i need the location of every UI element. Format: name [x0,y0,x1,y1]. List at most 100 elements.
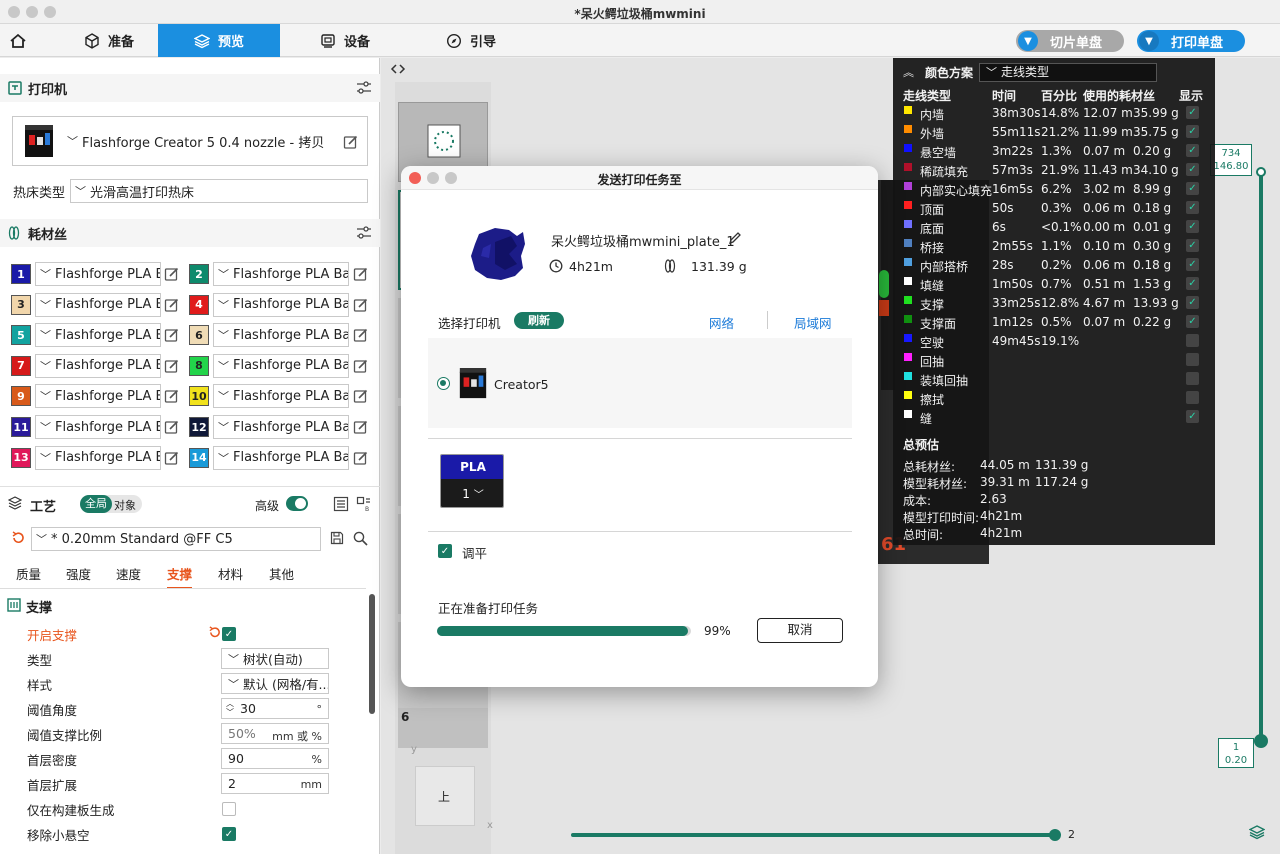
toggle-global[interactable]: 全局 [80,495,112,513]
settings-scrollbar[interactable] [369,594,375,714]
tab-preview[interactable]: 预览 [158,24,280,57]
slice-plate-button[interactable]: ▼ 切片单盘 [1016,30,1124,52]
printer-selector[interactable]: ﹀ Flashforge Creator 5 0.4 nozzle - 拷贝 [12,116,368,166]
move-slider-handle[interactable] [1049,829,1061,841]
filament-combo[interactable]: ﹀ Flashforge PLA B... [35,415,161,439]
filament-combo[interactable]: ﹀ Flashforge PLA Ba... [213,445,349,470]
legend-show-checkbox[interactable]: ✓ [1186,201,1199,214]
edit-filament-icon[interactable] [164,388,180,404]
edit-filament-icon[interactable] [164,266,180,282]
filament-settings-icon[interactable] [356,225,372,241]
refresh-button[interactable]: 刷新 [514,312,564,329]
tab-strength[interactable]: 强度 [66,564,91,583]
global-object-toggle[interactable]: 全局 对象 [80,495,142,513]
tab-others[interactable]: 其他 [269,564,294,583]
cancel-button[interactable]: 取消 [757,618,843,643]
legend-show-checkbox[interactable]: ✓ [1186,220,1199,233]
tab-lan[interactable]: 局域网 [794,313,832,332]
reset-support-icon[interactable] [208,626,221,639]
legend-show-checkbox[interactable]: ✓ [1186,239,1199,252]
tab-material[interactable]: 材料 [218,564,243,583]
edit-filament-icon[interactable] [353,327,369,343]
tab-device[interactable]: 设备 [300,24,390,57]
edit-filament-icon[interactable] [164,358,180,374]
legend-show-checkbox[interactable]: ✓ [1186,163,1199,176]
filament-combo[interactable]: ﹀ Flashforge PLA Ba... [213,323,349,348]
enable-support-checkbox[interactable]: ✓ [222,627,236,641]
filament-combo[interactable]: ﹀ Flashforge PLA Ba... [213,353,349,378]
edit-job-name-icon[interactable] [728,231,742,245]
legend-show-checkbox[interactable] [1186,372,1199,385]
filament-combo[interactable]: ﹀ Flashforge PLA Ba... [213,262,349,286]
filament-color-swatch[interactable]: 14 [189,447,209,468]
filament-color-swatch[interactable]: 4 [189,294,209,315]
search-icon[interactable] [353,531,368,546]
layers-toggle-icon[interactable] [1249,824,1265,840]
view-cube[interactable]: 上 [415,766,475,826]
filament-color-swatch[interactable]: 10 [189,386,209,407]
tab-quality[interactable]: 质量 [16,564,41,583]
legend-show-checkbox[interactable]: ✓ [1186,182,1199,195]
edit-filament-icon[interactable] [353,388,369,404]
legend-show-checkbox[interactable]: ✓ [1186,410,1199,423]
edit-filament-icon[interactable] [353,419,369,435]
move-slider-track[interactable] [571,833,1055,837]
legend-show-checkbox[interactable]: ✓ [1186,144,1199,157]
first-layer-expansion-input[interactable]: 2 mm [221,773,329,794]
first-layer-density-input[interactable]: 90 % [221,748,329,769]
legend-show-checkbox[interactable] [1186,334,1199,347]
on-build-plate-only-checkbox[interactable] [222,802,236,816]
tab-support[interactable]: 支撑 [167,564,193,589]
edit-printer-icon[interactable] [343,134,359,150]
layer-slider-bottom-handle[interactable] [1254,734,1268,748]
filament-combo[interactable]: ﹀ Flashforge PLA Ba... [213,384,349,409]
filament-combo[interactable]: ﹀ Flashforge PLA B... [35,262,161,286]
support-style-combo[interactable]: ﹀ 默认 (网格/有... [221,673,329,694]
filament-combo[interactable]: ﹀ Flashforge PLA B... [35,353,161,378]
filament-color-swatch[interactable]: 7 [11,355,31,376]
color-scheme-combo[interactable]: ﹀ 走线类型 [979,63,1157,82]
printer-settings-icon[interactable] [356,80,372,96]
process-profile-combo[interactable]: ﹀ * 0.20mm Standard @FF C5 [31,527,321,551]
filament-color-swatch[interactable]: 11 [11,417,31,437]
collapse-sidebar-icon[interactable] [389,60,407,78]
layer-slider-track[interactable] [1259,173,1263,740]
filament-color-swatch[interactable]: 12 [189,417,209,437]
edit-filament-icon[interactable] [353,450,369,466]
bed-type-combo[interactable]: ﹀ 光滑高温打印热床 [70,179,368,203]
support-type-combo[interactable]: ﹀ 树状(自动) [221,648,329,669]
printer-list-item[interactable]: Creator5 [428,338,852,428]
filament-combo[interactable]: ﹀ Flashforge PLA B... [35,384,161,409]
material-slot[interactable]: PLA 1 ﹀ [440,454,504,508]
printer-radio[interactable] [437,377,450,390]
filament-combo[interactable]: ﹀ Flashforge PLA Ba... [213,292,349,317]
filament-color-swatch[interactable]: 8 [189,355,209,376]
print-plate-button[interactable]: ▼ 打印单盘 [1137,30,1245,52]
filament-color-swatch[interactable]: 9 [11,386,31,407]
advanced-toggle[interactable] [286,496,308,511]
filament-combo[interactable]: ﹀ Flashforge PLA Ba... [213,415,349,439]
legend-show-checkbox[interactable]: ✓ [1186,258,1199,271]
filament-color-swatch[interactable]: 6 [189,325,209,346]
print-dropdown-icon[interactable]: ▼ [1139,31,1159,51]
edit-filament-icon[interactable] [353,358,369,374]
edit-filament-icon[interactable] [164,450,180,466]
tab-guide[interactable]: 引导 [426,24,516,57]
plate-thumbnail-7[interactable]: 6 [398,708,488,748]
filament-combo[interactable]: ﹀ Flashforge PLA B... [35,445,161,470]
legend-show-checkbox[interactable] [1186,353,1199,366]
legend-show-checkbox[interactable]: ✓ [1186,125,1199,138]
leveling-checkbox[interactable]: ✓ [438,544,452,558]
save-profile-icon[interactable] [330,531,344,545]
edit-filament-icon[interactable] [164,419,180,435]
edit-filament-icon[interactable] [353,297,369,313]
toggle-object[interactable]: 对象 [114,497,136,513]
threshold-ratio-input[interactable]: 50% mm 或 % [221,723,329,744]
printer-combo[interactable]: ﹀ Flashforge Creator 5 0.4 nozzle - 拷贝 [63,129,341,153]
slice-dropdown-icon[interactable]: ▼ [1018,31,1038,51]
legend-show-checkbox[interactable]: ✓ [1186,296,1199,309]
edit-filament-icon[interactable] [164,327,180,343]
legend-show-checkbox[interactable]: ✓ [1186,106,1199,119]
tab-speed[interactable]: 速度 [116,564,141,583]
tab-prepare[interactable]: 准备 [60,24,158,57]
